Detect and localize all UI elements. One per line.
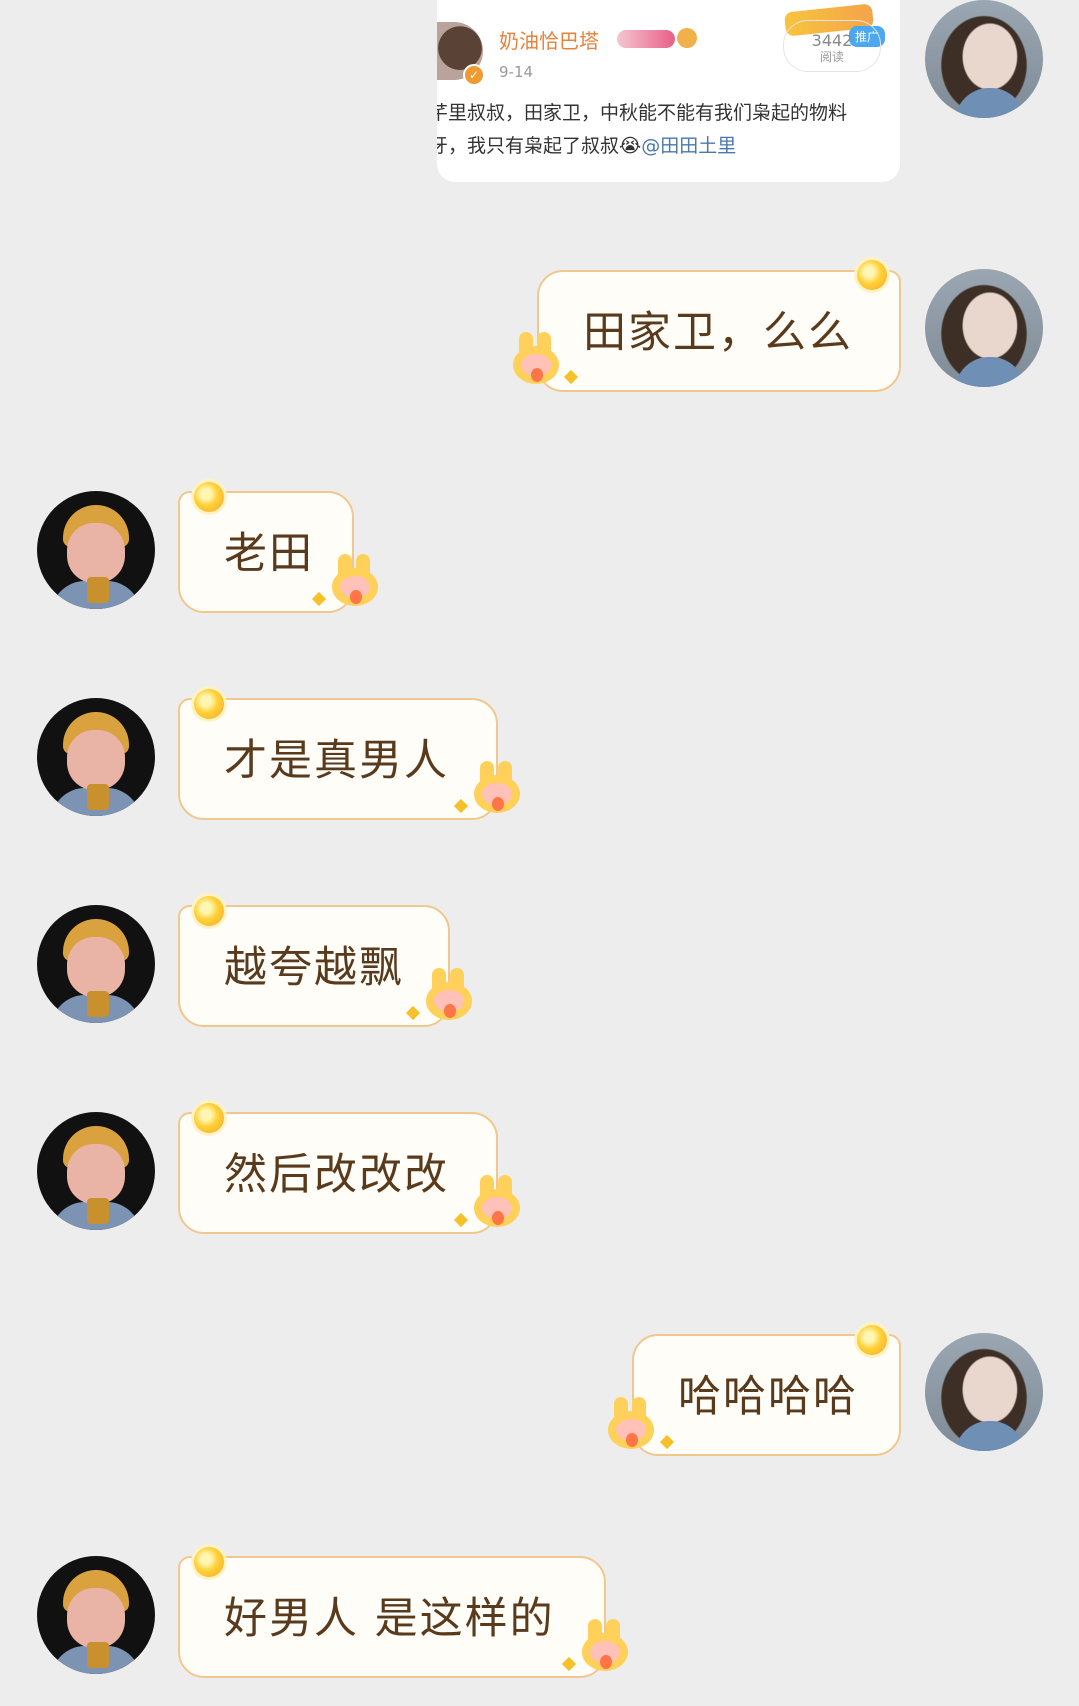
read-count: 3442 bbox=[811, 31, 853, 50]
post-text-line-2: 牙，我只有枭起了叔叔😭@田田土里 bbox=[437, 131, 736, 158]
avatar[interactable] bbox=[925, 269, 1043, 387]
avatar[interactable] bbox=[925, 0, 1043, 118]
bunny-sticker-icon bbox=[328, 554, 382, 610]
chat-bubble[interactable]: 田家卫，么么 bbox=[537, 270, 901, 392]
chat-bubble[interactable]: 哈哈哈哈 bbox=[632, 1334, 901, 1456]
message-text: 才是真男人 bbox=[224, 736, 449, 786]
avatar[interactable] bbox=[37, 905, 155, 1023]
post-date: 9-14 bbox=[499, 63, 534, 81]
message-text: 然后改改改 bbox=[224, 1150, 449, 1200]
avatar[interactable] bbox=[925, 1333, 1043, 1451]
sun-sticker-icon bbox=[857, 260, 887, 290]
bunny-sticker-icon bbox=[422, 968, 476, 1024]
post-text-line-1: 芊里叔叔，田家卫，中秋能不能有我们枭起的物料 bbox=[437, 102, 848, 124]
bunny-sticker-icon bbox=[604, 1397, 658, 1453]
sun-sticker-icon bbox=[857, 1325, 887, 1355]
read-count-pill: 3442 阅读 bbox=[783, 20, 881, 72]
message-text: 田家卫，么么 bbox=[583, 308, 853, 358]
chat-bubble[interactable]: 才是真男人 bbox=[178, 698, 498, 820]
avatar[interactable] bbox=[37, 1112, 155, 1230]
post-author-name[interactable]: 奶油恰巴塔 bbox=[499, 25, 599, 54]
message-text: 老田 bbox=[224, 529, 314, 579]
bunny-sticker-icon bbox=[470, 761, 524, 817]
avatar[interactable] bbox=[37, 1556, 155, 1674]
read-label: 阅读 bbox=[819, 50, 844, 64]
avatar[interactable] bbox=[37, 698, 155, 816]
bunny-sticker-icon bbox=[470, 1175, 524, 1231]
fan-badge-icon bbox=[677, 28, 697, 48]
verified-badge-icon: ✓ bbox=[463, 64, 485, 86]
chat-bubble[interactable]: 好男人 是这样的 bbox=[178, 1556, 606, 1678]
sun-sticker-icon bbox=[194, 1103, 224, 1133]
message-text: 哈哈哈哈 bbox=[678, 1372, 858, 1422]
level-badge-icon bbox=[617, 30, 675, 48]
bunny-sticker-icon bbox=[509, 332, 563, 388]
chat-bubble[interactable]: 然后改改改 bbox=[178, 1112, 498, 1234]
shared-post-card[interactable]: ✓ 奶油恰巴塔 9-14 推广 3442 阅读 芊里叔叔，田家卫，中秋能不能有我… bbox=[437, 0, 900, 182]
message-text: 好男人 是这样的 bbox=[224, 1594, 555, 1644]
post-text-line-2-prefix: 牙，我只有枭起了叔叔😭 bbox=[437, 135, 642, 157]
sun-sticker-icon bbox=[194, 896, 224, 926]
message-text: 越夸越飘 bbox=[224, 943, 404, 993]
bunny-sticker-icon bbox=[578, 1619, 632, 1675]
sun-sticker-icon bbox=[194, 482, 224, 512]
sun-sticker-icon bbox=[194, 689, 224, 719]
avatar[interactable] bbox=[37, 491, 155, 609]
mention-link[interactable]: @田田土里 bbox=[641, 135, 736, 157]
sun-sticker-icon bbox=[194, 1547, 224, 1577]
